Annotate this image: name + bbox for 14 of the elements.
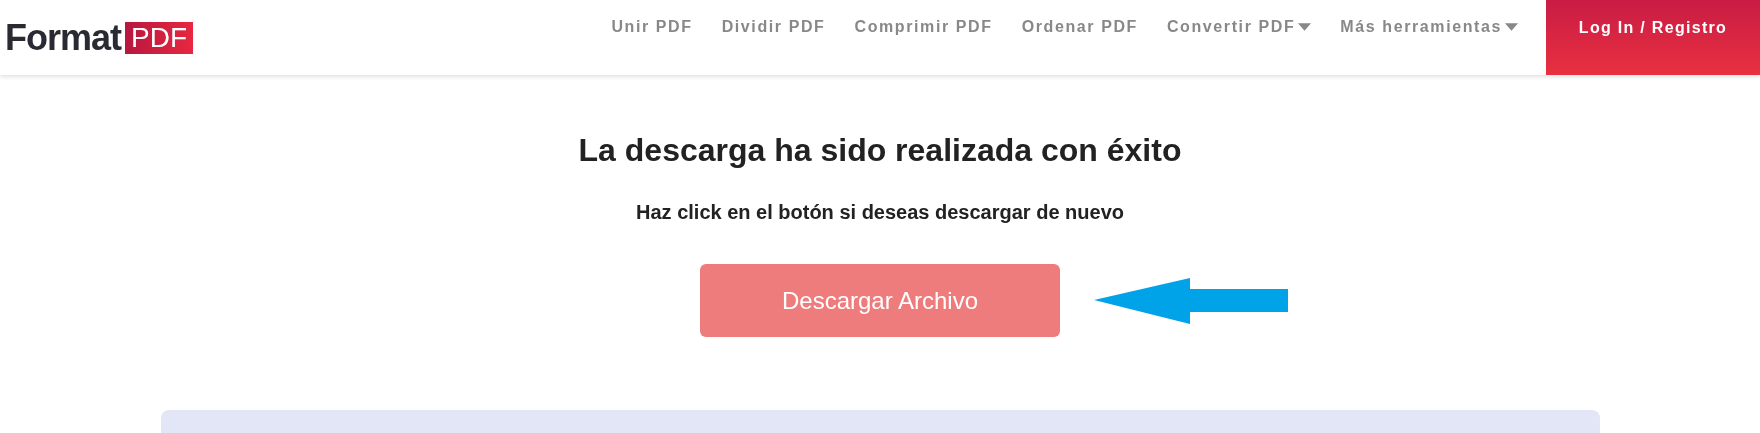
nav-link[interactable]: Dividir PDF: [721, 18, 826, 36]
page-title: La descarga ha sido realizada con éxito: [578, 132, 1182, 169]
subtitle: Haz click en el botón si deseas descargar de nuevo: [636, 201, 1124, 224]
nav-link[interactable]: Más herramientas: [1340, 18, 1518, 36]
nav-link[interactable]: Convertir PDF: [1166, 18, 1312, 36]
caret-icon: [1298, 22, 1312, 32]
logo[interactable]: Format PDF: [5, 16, 193, 59]
caret-icon: [1505, 22, 1518, 32]
download-button[interactable]: Descargar Archivo: [700, 264, 1060, 337]
login-button[interactable]: Log In / Registro: [1546, 0, 1760, 75]
nav-link[interactable]: Unir PDF: [611, 18, 693, 36]
arrow-icon: [1094, 277, 1288, 324]
nav-link[interactable]: Comprimir PDF: [854, 18, 993, 36]
nav-link[interactable]: Ordenar PDF: [1021, 18, 1138, 36]
